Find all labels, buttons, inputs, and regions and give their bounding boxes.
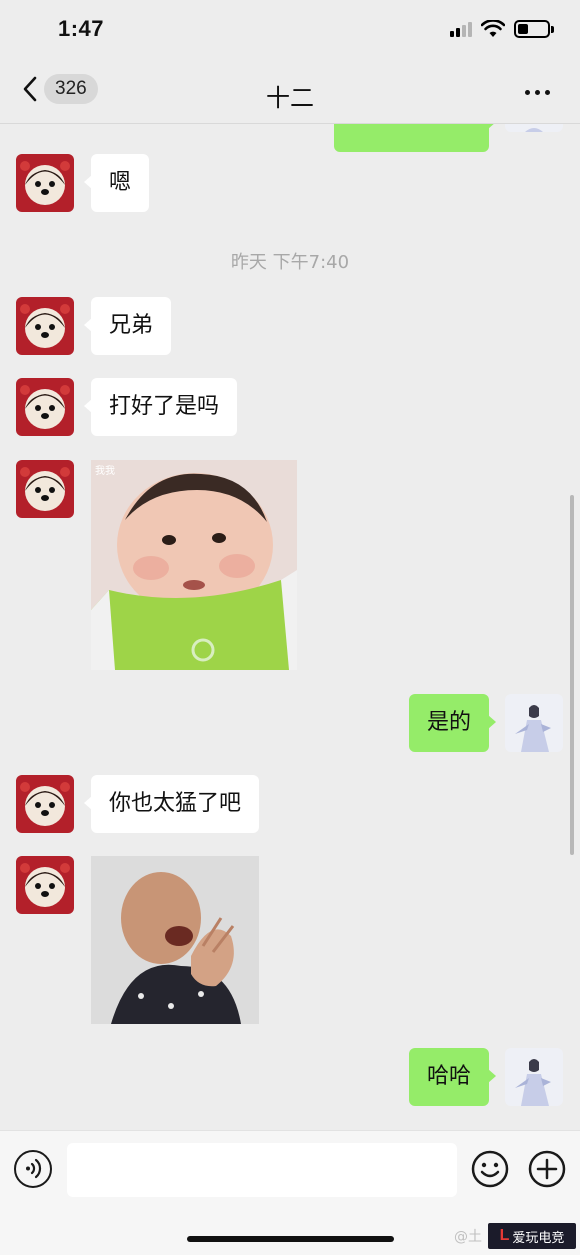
voice-icon[interactable] <box>14 1150 52 1188</box>
emoji-icon[interactable] <box>471 1150 509 1188</box>
baby-sticker-image[interactable]: 我我 <box>91 460 297 670</box>
status-time: 1:47 <box>58 16 105 41</box>
battery-icon <box>514 20 554 38</box>
chat-title: 十二 <box>266 84 314 112</box>
laughing-kid-sticker-image[interactable] <box>91 856 259 1024</box>
contact-avatar[interactable] <box>16 154 74 212</box>
contact-avatar[interactable] <box>16 460 74 518</box>
watermark-logo: L 爱玩电竞 <box>488 1223 576 1249</box>
contact-avatar[interactable] <box>16 378 74 436</box>
received-bubble[interactable]: 打好了是吗 <box>83 378 238 436</box>
chat-screen: 1:47 326 十二 嗯 昨天 下午7:40 兄弟 打好了是吗 我我 是的 你… <box>0 0 580 1255</box>
watermark-faint-text: @土 <box>454 1229 482 1245</box>
received-bubble[interactable]: 嗯 <box>83 154 150 212</box>
status-icons <box>450 20 554 38</box>
wifi-icon <box>481 20 505 37</box>
message-list[interactable]: 嗯 昨天 下午7:40 兄弟 打好了是吗 我我 是的 你也太猛了吧 哈哈 <box>0 124 580 1130</box>
cellular-signal-icon <box>450 21 472 37</box>
watermark: @土 L 爱玩电竞 <box>454 1223 576 1249</box>
timestamp: 昨天 下午7:40 <box>230 252 350 273</box>
contact-avatar[interactable] <box>16 297 74 355</box>
home-indicator[interactable] <box>187 1236 394 1242</box>
sent-bubble[interactable]: 哈哈 <box>408 1048 497 1106</box>
my-avatar[interactable] <box>505 124 563 132</box>
more-dots-icon[interactable] <box>525 90 550 95</box>
status-bar: 1:47 <box>0 0 580 62</box>
watermark-logo-mark: L <box>499 1227 510 1244</box>
received-bubble[interactable]: 兄弟 <box>83 297 172 355</box>
sent-bubble[interactable]: 是的 <box>408 694 497 752</box>
scrollbar[interactable] <box>570 495 574 855</box>
nav-bar: 326 十二 <box>0 62 580 124</box>
sticker-caption: 我我 <box>95 466 115 477</box>
contact-avatar[interactable] <box>16 775 74 833</box>
sent-bubble-partial[interactable] <box>334 124 496 152</box>
my-avatar[interactable] <box>505 694 563 752</box>
message-input[interactable] <box>67 1143 457 1197</box>
watermark-logo-text: 爱玩电竞 <box>512 1230 565 1246</box>
my-avatar[interactable] <box>505 1048 563 1106</box>
contact-avatar[interactable] <box>16 856 74 914</box>
plus-icon[interactable] <box>528 1150 566 1188</box>
received-bubble[interactable]: 你也太猛了吧 <box>83 775 260 833</box>
